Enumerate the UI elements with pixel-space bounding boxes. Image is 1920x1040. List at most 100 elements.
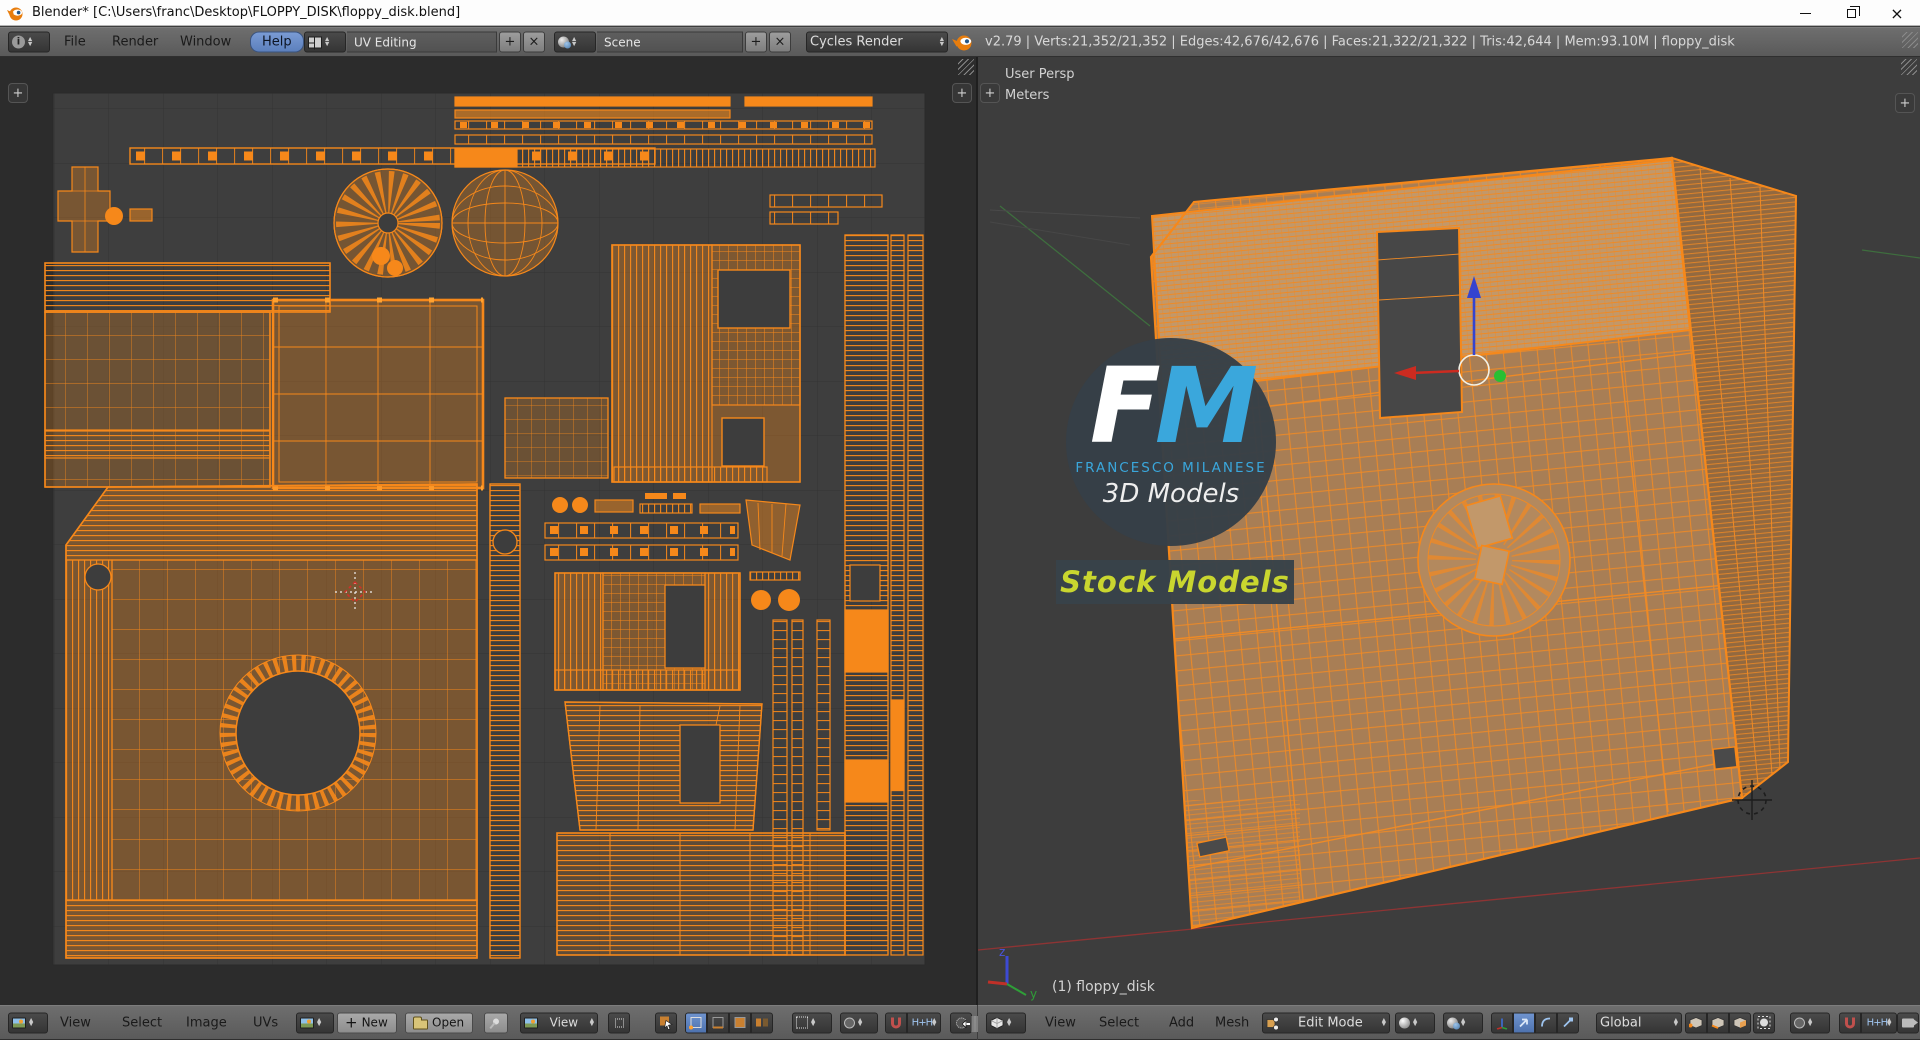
snap-magnet-icon[interactable] — [1839, 1012, 1861, 1033]
mode-dropdown[interactable]: Edit Mode — [1262, 1012, 1390, 1033]
clip-button-group[interactable] — [608, 1012, 630, 1033]
image-open-button[interactable]: Open — [405, 1012, 473, 1033]
expand-properties-button[interactable]: + — [952, 83, 972, 103]
units-label: Meters — [1005, 88, 1050, 103]
expand-toolshelf-button[interactable]: + — [980, 83, 1000, 103]
mesh-select-mode-group[interactable] — [1685, 1012, 1751, 1033]
active-object-label: (1) floppy_disk — [1052, 979, 1155, 995]
title-bar: Blender* [C:\Users\franc\Desktop\FLOPPY_… — [0, 0, 1920, 26]
blender-logo-icon — [7, 7, 23, 20]
uv-snap-group[interactable]: H+H — [885, 1012, 941, 1033]
v3d-menu-add[interactable]: Add — [1169, 1015, 1194, 1030]
folder-icon — [413, 1016, 428, 1029]
v3d-menu-mesh[interactable]: Mesh — [1215, 1015, 1249, 1030]
chevron-updown-icon — [1461, 1018, 1465, 1027]
edge-mode-icon[interactable] — [1707, 1012, 1729, 1033]
vertex-select-icon[interactable] — [685, 1012, 707, 1033]
image-icon — [524, 1017, 538, 1028]
area-corner-grip[interactable] — [958, 59, 974, 75]
proportional-edit-dropdown[interactable] — [1790, 1012, 1830, 1033]
expand-toolshelf-button[interactable]: + — [8, 83, 28, 103]
uv-banded-island — [556, 832, 846, 956]
sticky-selection-icon — [796, 1016, 808, 1029]
expand-properties-button[interactable]: + — [1895, 93, 1915, 113]
3d-viewport[interactable]: User Persp Meters (1) floppy_disk z y FM… — [978, 57, 1920, 1005]
axis-y-label: y — [1030, 987, 1038, 1001]
image-new-button[interactable]: + New — [337, 1012, 397, 1033]
opengl-render-group[interactable] — [1897, 1012, 1919, 1033]
uv-fan-island — [333, 168, 443, 278]
translate-manipulator-icon[interactable] — [1513, 1012, 1535, 1033]
v3d-menu-select[interactable]: Select — [1099, 1015, 1139, 1030]
maximize-icon — [1846, 5, 1860, 18]
edit-mode-icon — [1266, 1016, 1279, 1029]
uv-pivot-dropdown[interactable] — [840, 1012, 878, 1033]
chevron-updown-icon — [1808, 1018, 1812, 1027]
uv-menu-select[interactable]: Select — [122, 1015, 162, 1030]
minimize-icon — [1799, 12, 1811, 14]
axis-z-label: z — [999, 945, 1006, 959]
pivot-point-dropdown[interactable] — [1443, 1012, 1483, 1033]
orientation-dropdown[interactable]: Global — [1596, 1012, 1682, 1033]
image-editor-icon — [12, 1017, 26, 1028]
edge-select-icon[interactable] — [707, 1012, 729, 1033]
image-browse-dropdown[interactable] — [296, 1012, 334, 1033]
pin-icon — [491, 1016, 501, 1026]
manipulator-axis-icon[interactable] — [1491, 1012, 1513, 1033]
snap-element-dropdown[interactable]: H+H — [907, 1012, 941, 1033]
snap-element-dropdown[interactable]: H+H — [1861, 1012, 1897, 1033]
manipulator-group[interactable] — [1491, 1012, 1579, 1033]
floppy-disk-mesh[interactable] — [1100, 140, 1820, 960]
island-select-icon[interactable] — [751, 1012, 773, 1033]
close-button[interactable]: × — [1874, 0, 1920, 26]
fm-logo-name: FRANCESCO MILANESE — [1075, 460, 1267, 476]
uv-shutter2-island — [554, 572, 741, 691]
uv-skirt-island — [564, 701, 763, 831]
blender-window: Blender* [C:\Users\franc\Desktop\FLOPPY_… — [0, 0, 1920, 1040]
opengl-render-icon[interactable] — [1897, 1012, 1919, 1033]
chevron-updown-icon — [317, 1018, 321, 1027]
limit-visible-icon[interactable] — [1753, 1012, 1775, 1033]
face-mode-icon[interactable] — [1729, 1012, 1751, 1033]
render-border-icon[interactable] — [608, 1012, 630, 1033]
uv-menu-uvs[interactable]: UVs — [253, 1015, 278, 1030]
area-corner-grip[interactable] — [1901, 59, 1917, 75]
viewport-shading-dropdown[interactable] — [1395, 1012, 1435, 1033]
face-select-icon[interactable] — [729, 1012, 751, 1033]
uv-canvas[interactable] — [0, 57, 977, 1005]
uv-image-editor[interactable]: + + — [0, 57, 977, 1005]
snap-group[interactable]: H+H — [1839, 1012, 1897, 1033]
uv-sync-icon[interactable] — [655, 1012, 677, 1033]
proportional-edit-icon — [1794, 1017, 1805, 1028]
fm-logo-tagline: 3D Models — [1102, 479, 1240, 509]
sticky-selection-dropdown[interactable] — [792, 1012, 832, 1033]
uv-sphere-island — [451, 169, 559, 277]
area-divider[interactable] — [976, 57, 978, 1005]
maximize-button[interactable] — [1828, 0, 1874, 26]
pin-button[interactable] — [484, 1012, 508, 1033]
chevron-updown-icon — [590, 1018, 594, 1027]
display-channels-dropdown[interactable]: View — [520, 1012, 598, 1033]
workspace: + + User Persp Meters (1) floppy_disk z … — [0, 27, 1920, 1005]
minimize-button[interactable] — [1782, 0, 1828, 26]
uv-select-mode-group[interactable] — [685, 1012, 773, 1033]
editor-type-dropdown[interactable] — [8, 1012, 48, 1033]
chevron-updown-icon — [1007, 1018, 1011, 1027]
viewport-axis-gizmo — [987, 956, 1027, 996]
scale-manipulator-icon[interactable] — [1557, 1012, 1579, 1033]
vertex-mode-icon[interactable] — [1685, 1012, 1707, 1033]
view-name-label: User Persp — [1005, 67, 1075, 82]
shading-solid-icon — [1399, 1017, 1410, 1028]
rotate-manipulator-icon[interactable] — [1535, 1012, 1557, 1033]
chevron-updown-icon — [29, 1018, 33, 1027]
occlude-toggle[interactable] — [1753, 1012, 1775, 1033]
v3d-menu-view[interactable]: View — [1045, 1015, 1076, 1030]
uv-editor-header: View Select Image UVs +New Open View — [0, 1005, 988, 1040]
editor-type-dropdown[interactable] — [986, 1012, 1026, 1033]
floppy-hub — [1417, 483, 1571, 637]
snap-magnet-icon[interactable] — [885, 1012, 907, 1033]
uv-menu-view[interactable]: View — [60, 1015, 91, 1030]
chevron-updown-icon — [1382, 1018, 1386, 1027]
uv-menu-image[interactable]: Image — [186, 1015, 227, 1030]
uv-sync-toggle[interactable] — [655, 1012, 677, 1033]
